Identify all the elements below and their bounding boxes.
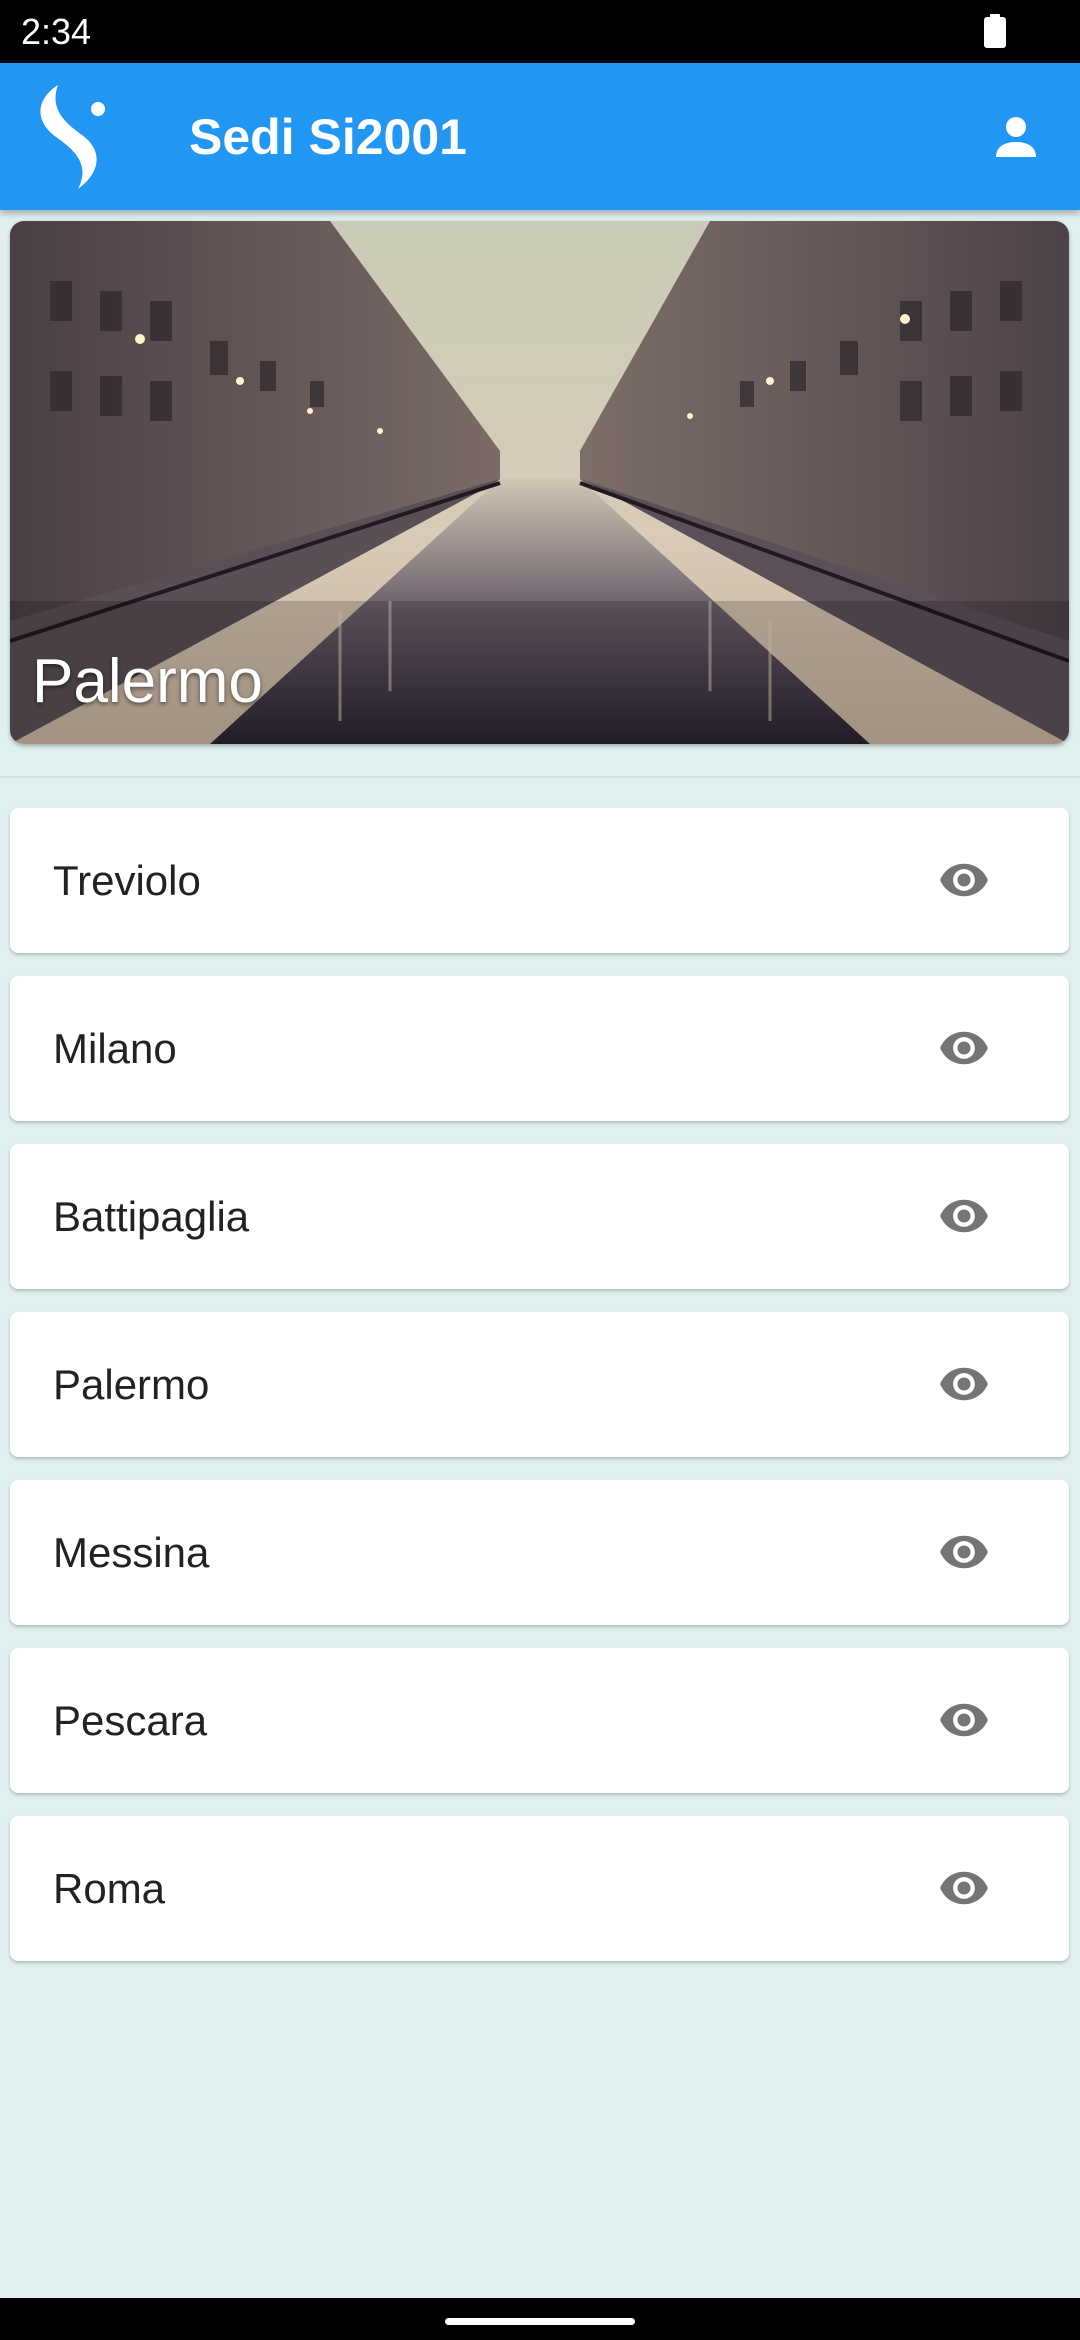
list-item-city[interactable]: Battipaglia (10, 1144, 1069, 1289)
list-item-city[interactable]: Palermo (10, 1312, 1069, 1457)
divider (0, 776, 1080, 778)
list-item-city[interactable]: Pescara (10, 1648, 1069, 1793)
status-bar: 2:34 (0, 0, 1080, 63)
home-gesture-handle[interactable] (445, 2318, 635, 2325)
eye-icon[interactable] (934, 1358, 994, 1410)
city-name: Pescara (53, 1697, 208, 1744)
battery-icon (984, 14, 1006, 48)
list-item-city[interactable]: Treviolo (10, 808, 1069, 953)
si2001-logo-icon (40, 85, 105, 189)
city-name: Milano (53, 1025, 177, 1072)
list-item-city[interactable]: Milano (10, 976, 1069, 1121)
person-icon[interactable] (986, 107, 1046, 167)
status-time: 2:34 (21, 11, 92, 52)
hero-title: Palermo (32, 647, 263, 716)
app-bar: Sedi Si2001 (0, 63, 1080, 210)
list-item-city[interactable]: Roma (10, 1816, 1069, 1961)
city-name: Messina (53, 1529, 210, 1576)
page-title: Sedi Si2001 (189, 109, 467, 165)
city-name: Battipaglia (53, 1193, 250, 1240)
eye-icon[interactable] (934, 1694, 994, 1746)
eye-icon[interactable] (934, 1526, 994, 1578)
eye-icon[interactable] (934, 1190, 994, 1242)
eye-icon[interactable] (934, 854, 994, 906)
city-name: Roma (53, 1865, 166, 1912)
list-item-city[interactable]: Messina (10, 1480, 1069, 1625)
city-name: Treviolo (53, 857, 201, 904)
hero-card[interactable]: Palermo (10, 221, 1069, 744)
city-name: Palermo (53, 1361, 210, 1408)
eye-icon[interactable] (934, 1862, 994, 1914)
eye-icon[interactable] (934, 1022, 994, 1074)
city-list: Treviolo Milano Battipaglia Palermo Mess… (10, 808, 1069, 1984)
navigation-bar (0, 2298, 1080, 2340)
